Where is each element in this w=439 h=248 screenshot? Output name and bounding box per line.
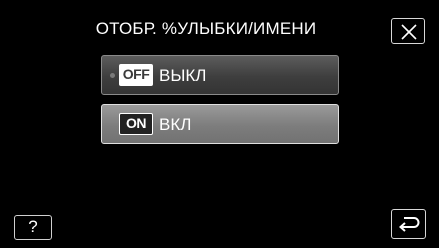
settings-screen: ОТОБР. %УЛЫБКИ/ИМЕНИ OFF ВЫКЛ ON ВКЛ ?	[0, 0, 439, 248]
option-off-button[interactable]: OFF ВЫКЛ	[101, 55, 339, 95]
on-badge-icon: ON	[119, 113, 153, 135]
page-title: ОТОБР. %УЛЫБКИ/ИМЕНИ	[95, 19, 317, 38]
return-arrow-icon	[398, 217, 420, 232]
help-button[interactable]: ?	[14, 215, 52, 240]
back-button[interactable]	[391, 209, 426, 239]
selected-indicator-icon	[110, 73, 115, 78]
close-icon	[401, 24, 417, 40]
option-on-label: ВКЛ	[159, 115, 192, 134]
option-on-button[interactable]: ON ВКЛ	[101, 104, 339, 144]
close-button[interactable]	[391, 18, 425, 44]
off-badge-icon: OFF	[119, 64, 153, 86]
option-off-label: ВЫКЛ	[159, 66, 207, 85]
